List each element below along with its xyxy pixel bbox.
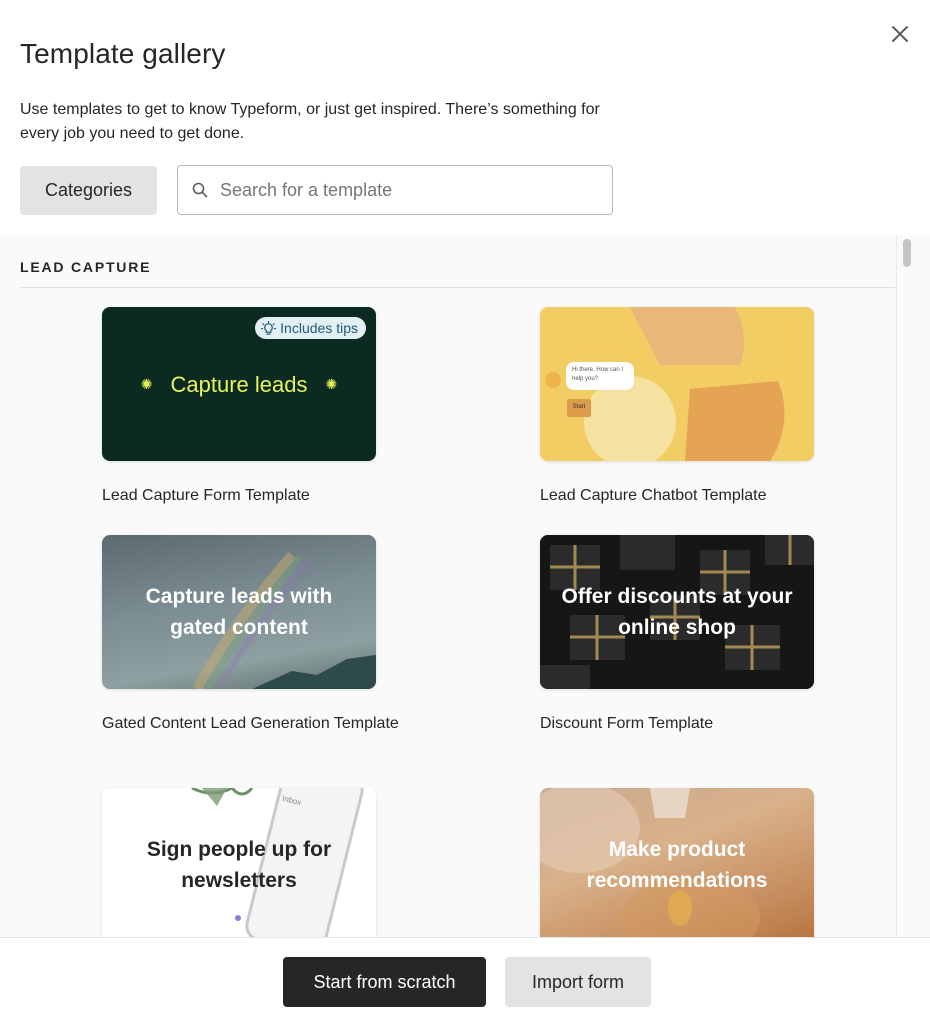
gallery-description: Use templates to get to know Typeform, o… — [20, 101, 600, 142]
scrollbar-track[interactable] — [896, 235, 930, 937]
template-gallery-modal: Template gallery Use templates to get to… — [0, 0, 930, 1024]
scrollbar-thumb[interactable] — [903, 239, 911, 267]
close-icon — [892, 26, 908, 42]
thumbnail-headline: Capture leads — [170, 371, 308, 397]
chat-start-button: Start — [572, 404, 586, 410]
template-thumbnail: Includes tips ✺ Capture leads ✺ — [102, 307, 376, 461]
template-card-discount-form[interactable]: Offer discounts at your online shop Disc… — [540, 535, 814, 732]
page-title: Template gallery — [20, 38, 226, 69]
thumbnail-headline: Make product recommendations — [586, 838, 768, 892]
template-title: Lead Capture Form Template — [102, 487, 310, 504]
chatbot-illustration — [545, 307, 785, 461]
footer-actions: Start from scratch Import form — [0, 937, 930, 1024]
template-thumbnail: Hi there. How can I help you? Start — [540, 307, 814, 461]
template-thumbnail: Inbox Sign people up for newsletters — [102, 788, 376, 937]
section-heading: LEAD CAPTURE — [20, 259, 152, 275]
categories-button[interactable]: Categories — [20, 166, 157, 215]
thumbnail-headline: Offer discounts at your online shop — [561, 585, 793, 639]
template-title: Discount Form Template — [540, 715, 714, 732]
template-title: Gated Content Lead Generation Template — [102, 715, 399, 732]
chat-bubble-text: Hi there. How can I help you? — [572, 367, 624, 382]
template-thumbnail: Capture leads with gated content — [102, 535, 376, 689]
import-form-button[interactable]: Import form — [505, 957, 651, 1007]
sparkle-icon: ✺ — [325, 375, 338, 392]
template-list[interactable]: LEAD CAPTURE Includes tips ✺ Capture lea… — [0, 235, 930, 937]
thumbnail-headline: Capture leads with gated content — [145, 585, 333, 639]
start-from-scratch-button[interactable]: Start from scratch — [283, 957, 486, 1007]
close-button[interactable] — [884, 18, 916, 50]
search-input[interactable] — [220, 179, 600, 201]
template-thumbnail: Make product recommendations — [540, 788, 814, 937]
section-divider — [20, 287, 895, 288]
template-card-lead-capture-chatbot[interactable]: Hi there. How can I help you? Start Lead… — [540, 307, 814, 504]
template-title: Lead Capture Chatbot Template — [540, 487, 767, 504]
template-card-newsletter[interactable]: Inbox Sign people up for newsletters — [102, 788, 376, 937]
template-thumbnail: Offer discounts at your online shop — [540, 535, 814, 689]
search-icon — [192, 182, 208, 198]
template-card-lead-capture-form[interactable]: Includes tips ✺ Capture leads ✺ Lead Cap… — [102, 307, 376, 504]
search-box[interactable] — [177, 165, 613, 215]
sparkle-icon: ✺ — [140, 375, 153, 392]
template-card-gated-content[interactable]: Capture leads with gated content Gated C… — [102, 535, 399, 732]
template-card-product-recommendations[interactable]: Make product recommendations — [540, 788, 814, 937]
thumbnail-headline: Sign people up for newsletters — [146, 838, 332, 892]
